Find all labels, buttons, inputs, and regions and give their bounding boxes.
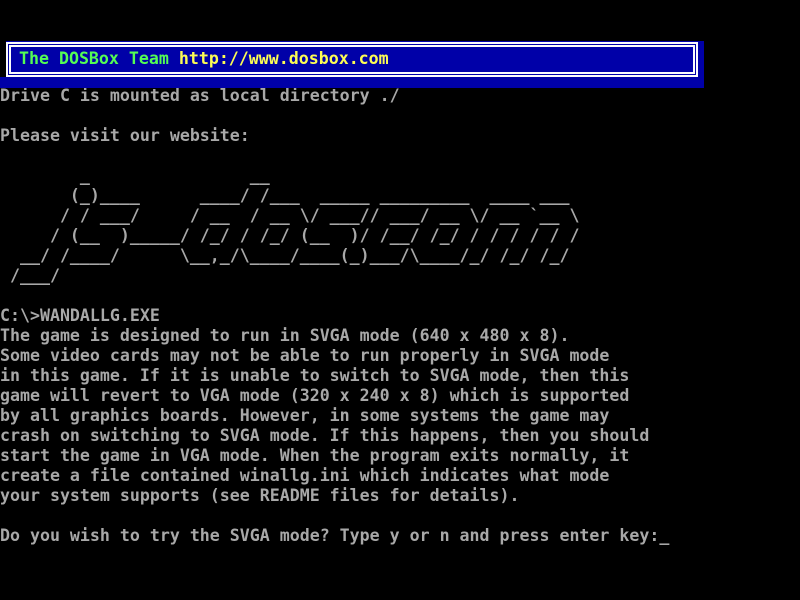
terminal-line: your system supports (see README files f… bbox=[0, 486, 800, 506]
terminal-line: C:\>WANDALLG.EXE bbox=[0, 306, 800, 326]
terminal-line bbox=[0, 106, 800, 126]
terminal-line: create a file contained winallg.ini whic… bbox=[0, 466, 800, 486]
ascii-art-line: __/ /____/ \__,_/\____/____(_)___/\____/… bbox=[0, 246, 800, 266]
ascii-art-line: / (__ )_____/ /_/ / /_/ (__ )/ /__/ /_/ … bbox=[0, 226, 800, 246]
terminal-line bbox=[0, 286, 800, 306]
terminal-line: Drive C is mounted as local directory ./ bbox=[0, 86, 800, 106]
prompt-line[interactable]: Do you wish to try the SVGA mode? Type y… bbox=[0, 526, 800, 546]
ascii-art-line: / / ___/ / __ / __ \/ ___// ___/ __ \/ _… bbox=[0, 206, 800, 226]
ascii-art-line: /___/ bbox=[0, 266, 800, 286]
terminal-line: in this game. If it is unable to switch … bbox=[0, 366, 800, 386]
terminal-line: crash on switching to SVGA mode. If this… bbox=[0, 426, 800, 446]
terminal-line: by all graphics boards. However, in some… bbox=[0, 406, 800, 426]
dosbox-banner-bottom-strip bbox=[0, 77, 704, 88]
ascii-art-line: (_)____ ____/ /___ _____ _________ ____ … bbox=[0, 186, 800, 206]
terminal-line: Please visit our website: bbox=[0, 126, 800, 146]
terminal-line bbox=[0, 506, 800, 526]
dosbox-url-text: http://www.dosbox.com bbox=[179, 49, 389, 68]
dos-screen: Drive C is mounted as local directory ./… bbox=[0, 0, 800, 600]
dosbox-team-label: The DOSBox Team bbox=[19, 49, 179, 68]
ascii-art-line: _ __ bbox=[0, 166, 800, 186]
terminal-line: start the game in VGA mode. When the pro… bbox=[0, 446, 800, 466]
terminal-line bbox=[0, 6, 800, 26]
terminal-line: The game is designed to run in SVGA mode… bbox=[0, 326, 800, 346]
dosbox-banner-border-box: The DOSBox Team http://www.dosbox.com bbox=[6, 42, 698, 77]
dosbox-banner-title: The DOSBox Team http://www.dosbox.com bbox=[19, 50, 389, 68]
terminal-line bbox=[0, 146, 800, 166]
terminal-line: game will revert to VGA mode (320 x 240 … bbox=[0, 386, 800, 406]
terminal-line: Some video cards may not be able to run … bbox=[0, 346, 800, 366]
